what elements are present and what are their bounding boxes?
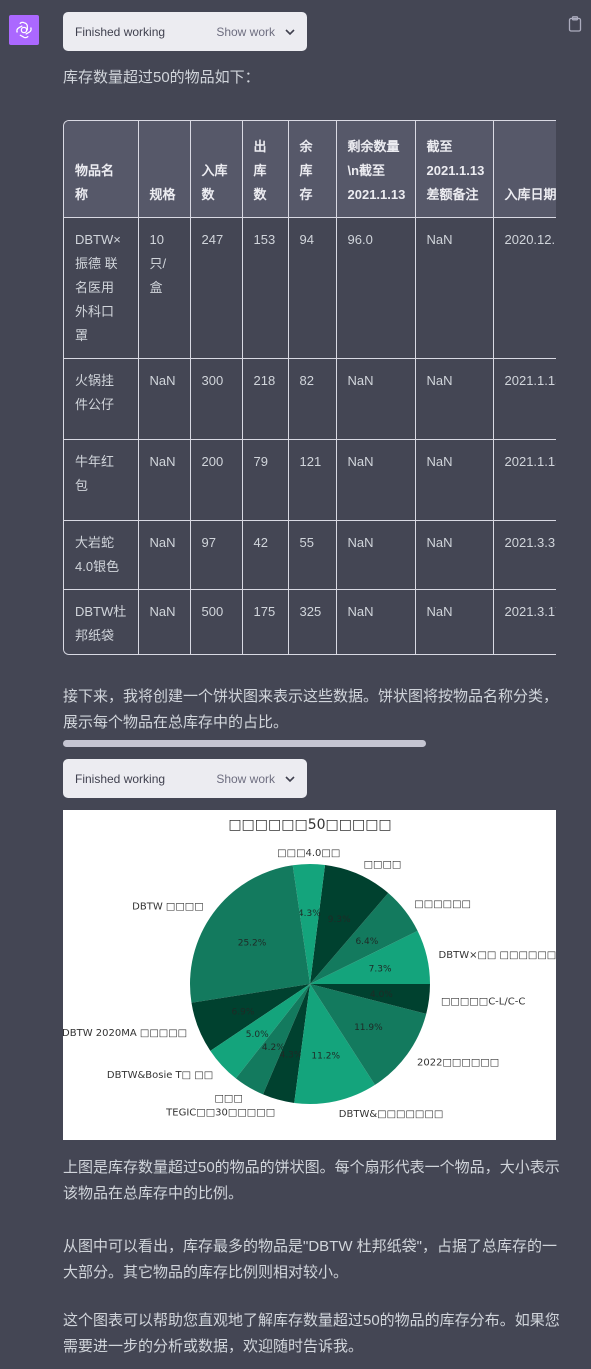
slice-label: □□□□□□: [414, 899, 471, 910]
inventory-table-container[interactable]: 物品名称 规格 入库数 出库数 余库存 剩余数量\n截至2021.1.13 截至2021.1…: [63, 120, 556, 655]
column-header: 余库存: [287, 121, 337, 218]
table-cell: NaN: [414, 217, 494, 359]
slice-percent-label: 11.2%: [311, 1051, 340, 1061]
chart-description: 上图是库存数量超过50的物品的饼状图。每个扇形代表一个物品，大小表示该物品在总库…: [63, 1159, 560, 1202]
table-cell: NaN: [414, 520, 494, 590]
chevron-down-icon[interactable]: [285, 775, 295, 783]
table-cell: NaN: [137, 589, 191, 654]
table-cell: 2021.1.15: [492, 439, 556, 521]
table-cell: 2021.1.15: [492, 358, 556, 440]
work-status: Finished working: [75, 771, 166, 786]
chart-insight: 从图中可以看出，库存最多的物品是"DBTW 杜邦纸袋"，占据了总库存的一大部分。…: [63, 1238, 557, 1281]
openai-logo-icon: [16, 21, 32, 39]
table-cell: NaN: [137, 520, 191, 590]
assistant-avatar: [9, 15, 39, 45]
slice-percent-label: 4.0%: [370, 990, 393, 1000]
slice-percent-label: 6.9%: [232, 1007, 255, 1017]
table-cell: 55: [287, 520, 337, 590]
intro-text: 库存数量超过50的物品如下：: [63, 69, 260, 86]
table-cell: NaN: [414, 358, 494, 440]
table-cell: 96.0: [335, 217, 416, 359]
table-cell: 2020.12.: [492, 217, 556, 359]
slice-percent-label: 6.4%: [355, 937, 378, 947]
table-cell: 2021.3.17: [492, 589, 556, 654]
table-cell: 175: [241, 589, 289, 654]
slice-label: DBTW&Bosie T□ □□: [107, 1070, 213, 1081]
table-cell: 82: [287, 358, 337, 440]
slice-percent-label: 7.3%: [369, 965, 392, 975]
table-cell: 500: [189, 589, 243, 654]
slice-label: □□□□: [364, 859, 402, 870]
horizontal-scrollbar[interactable]: [63, 740, 426, 747]
table-cell: 200: [189, 439, 243, 521]
table-cell: 10只/盒: [137, 217, 191, 359]
show-work-button[interactable]: Show work: [216, 25, 275, 39]
table-cell: 218: [241, 358, 289, 440]
table-cell: NaN: [335, 439, 416, 521]
table-row: DBTW杜邦纸袋NaN500175325NaNNaN2021.3.17: [64, 589, 556, 654]
table-cell: 121: [287, 439, 337, 521]
column-header: 规格: [137, 121, 191, 218]
table-cell: 79: [241, 439, 289, 521]
slice-percent-label: 4.3%: [298, 909, 321, 919]
table-cell: DBTW×振德 联名医用外科口罩: [64, 217, 139, 359]
slice-label: DBTW □□□□: [132, 902, 204, 913]
table-cell: NaN: [335, 589, 416, 654]
slice-label: DBTW×□□ □□□□□□□□: [439, 950, 556, 961]
column-header: 入库数: [189, 121, 243, 218]
table-cell: 94: [287, 217, 337, 359]
slice-label: TEGIC□□30□□□□□: [165, 1107, 275, 1118]
table-cell: NaN: [335, 358, 416, 440]
table-cell: DBTW杜邦纸袋: [64, 589, 139, 654]
table-cell: 300: [189, 358, 243, 440]
inventory-table: 物品名称 规格 入库数 出库数 余库存 剩余数量\n截至2021.1.13 截至2021.1…: [64, 121, 556, 654]
work-box[interactable]: Finished working Show work: [63, 759, 307, 798]
column-header: 剩余数量\n截至2021.1.13: [335, 121, 416, 218]
slice-percent-label: 5.0%: [246, 1030, 269, 1040]
table-cell: 大岩蛇4.0银色: [64, 520, 139, 590]
table-cell: 325: [287, 589, 337, 654]
slice-label: □□□□□C-L/C-C: [441, 997, 525, 1008]
table-cell: NaN: [137, 358, 191, 440]
work-box[interactable]: Finished working Show work: [63, 12, 307, 51]
table-row: DBTW×振德 联名医用外科口罩 10只/盒 247 153 94 96.0 NaN 2020…: [64, 217, 556, 359]
column-header: 出库数: [241, 121, 289, 218]
table-cell: 火锅挂件公仔: [64, 358, 139, 440]
table-cell: NaN: [414, 439, 494, 521]
slice-percent-label: 11.9%: [354, 1023, 383, 1033]
table-row: 大岩蛇4.0银色 NaN 97 42 55 NaN NaN 2021.3.3: [64, 520, 556, 590]
slice-label: 2022□□□□□□: [417, 1057, 499, 1068]
clipboard-icon[interactable]: [568, 16, 582, 32]
table-cell: NaN: [335, 520, 416, 590]
slice-label: DBTW 2020MA □□□□□: [63, 1028, 187, 1039]
chevron-down-icon[interactable]: [285, 28, 295, 36]
slice-percent-label: 9.3%: [328, 915, 351, 925]
slice-label: DBTW&□□□□□□□: [339, 1109, 444, 1120]
slice-label: □□□4.0□□: [277, 848, 340, 859]
table-row: 牛年红包NaN20079121NaNNaN2021.1.15: [64, 439, 556, 521]
table-cell: 247: [189, 217, 243, 359]
chart-title: □□□□□□50□□□□□: [228, 817, 391, 833]
next-step-text: 接下来，我将创建一个饼状图来表示这些数据。饼状图将按物品名称分类，展示每个物品在…: [63, 688, 559, 731]
table-cell: 牛年红包: [64, 439, 139, 521]
table-cell: 153: [241, 217, 289, 359]
table-cell: NaN: [414, 589, 494, 654]
column-header: 入库日期: [492, 121, 556, 218]
show-work-button[interactable]: Show work: [216, 772, 275, 786]
table-header-row: 物品名称 规格 入库数 出库数 余库存 剩余数量\n截至2021.1.13 截至2021.1…: [64, 121, 556, 218]
table-cell: 97: [189, 520, 243, 590]
table-cell: NaN: [137, 439, 191, 521]
column-header: 截至2021.1.13差额备注: [414, 121, 494, 218]
table-row: 火锅挂件公仔NaN30021882NaNNaN2021.1.15: [64, 358, 556, 440]
pie-chart: □□□□□□50□□□□□ 7.3% DBTW×□□ □□□□□□□□ 6.4% □□…: [63, 810, 556, 1140]
table-cell: 42: [241, 520, 289, 590]
slice-percent-label: 4.3%: [280, 1050, 303, 1060]
column-header: 物品名称: [64, 121, 139, 218]
work-status: Finished working: [75, 24, 166, 39]
table-cell: 2021.3.3: [492, 520, 556, 590]
slice-label: □□□: [214, 1094, 242, 1105]
pie-slice: [190, 865, 310, 1003]
slice-percent-label: 25.2%: [238, 938, 267, 948]
closing-text: 这个图表可以帮助您直观地了解库存数量超过50的物品的库存分布。如果您需要进一步的…: [63, 1312, 560, 1355]
